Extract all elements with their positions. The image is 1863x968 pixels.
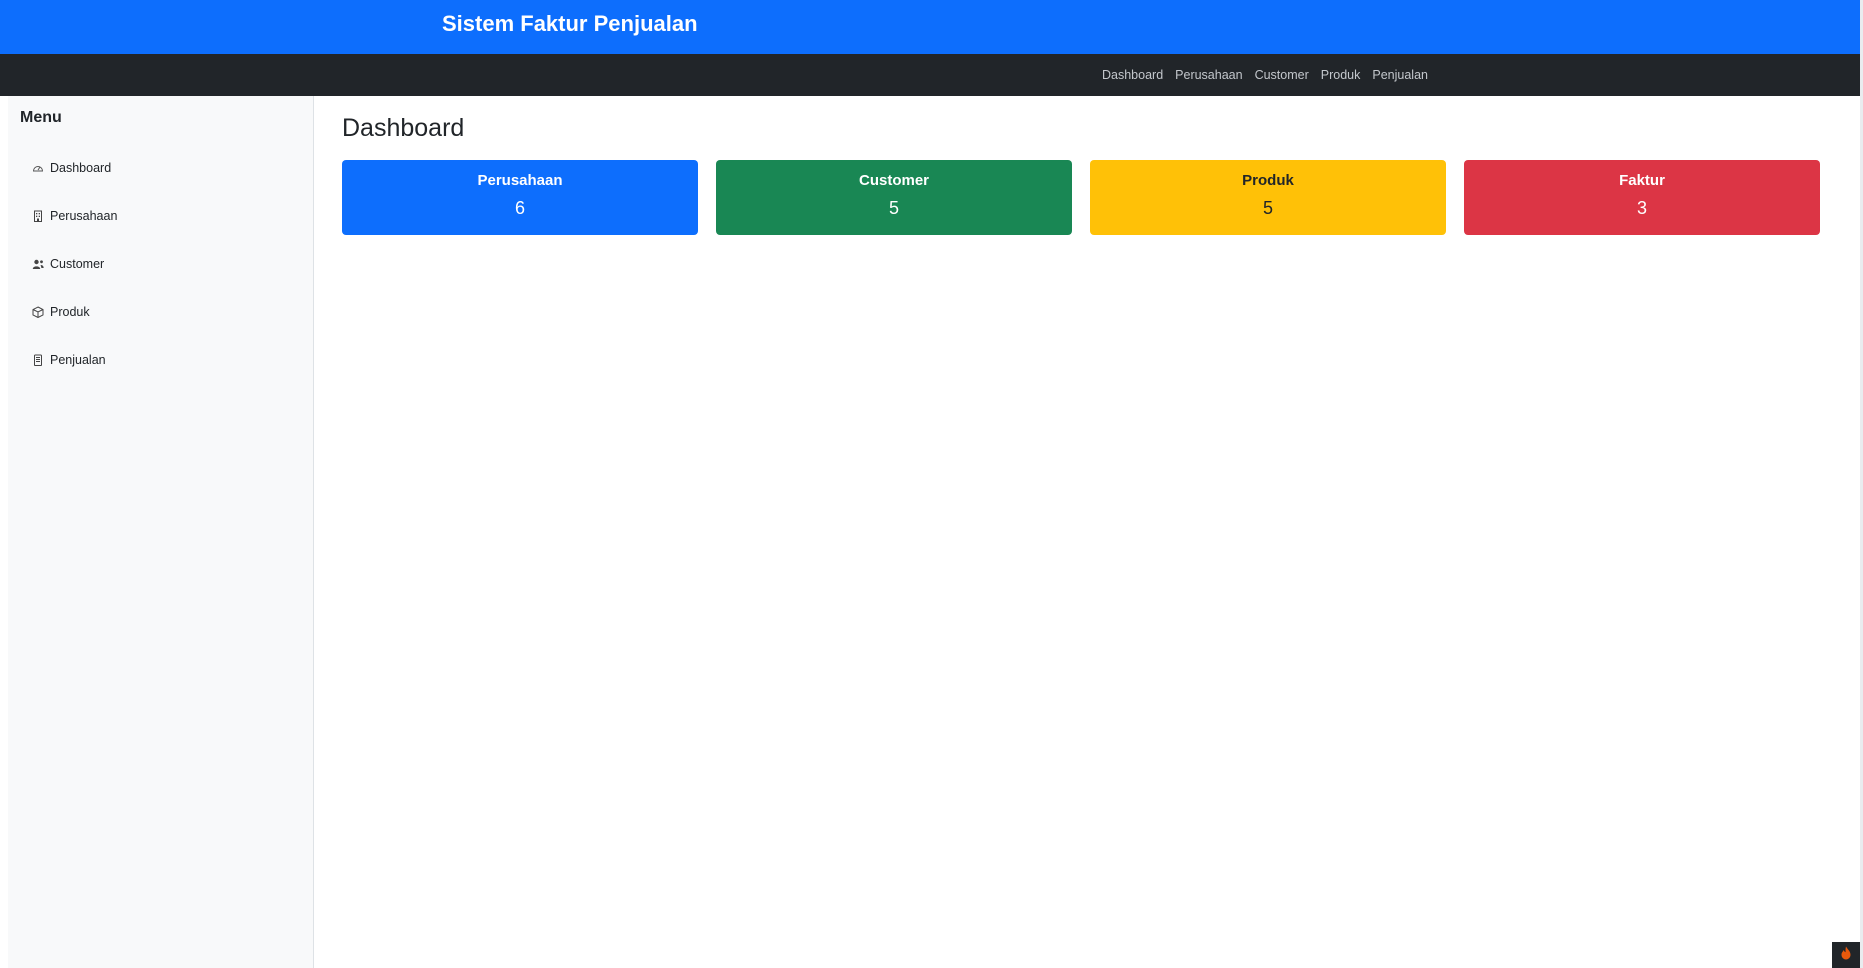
nav-link-customer[interactable]: Customer: [1255, 68, 1309, 82]
card-title: Perusahaan: [477, 172, 563, 189]
card-value: 6: [514, 198, 525, 218]
fire-icon: [1840, 946, 1852, 965]
main-content: Dashboard Perusahaan 6 Customer 5 Produk…: [314, 96, 1860, 968]
card-title: Faktur: [1619, 172, 1665, 189]
corner-widget-button[interactable]: [1832, 942, 1860, 968]
sidebar: Menu Dashboard Perusahaan Customer Produ…: [8, 96, 314, 968]
sidebar-item-label: Dashboard: [50, 161, 112, 175]
nav-link-produk[interactable]: Produk: [1321, 68, 1361, 82]
sidebar-item-label: Produk: [50, 305, 90, 319]
nav-link-dashboard[interactable]: Dashboard: [1102, 68, 1163, 82]
nav-link-perusahaan[interactable]: Perusahaan: [1175, 68, 1242, 82]
sidebar-item-perusahaan[interactable]: Perusahaan: [8, 192, 313, 240]
card-faktur: Faktur 3: [1464, 160, 1820, 235]
card-value: 3: [1636, 198, 1647, 218]
top-header: Sistem Faktur Penjualan: [0, 0, 1860, 54]
sidebar-item-customer[interactable]: Customer: [8, 240, 313, 288]
sidebar-item-label: Customer: [50, 257, 105, 271]
receipt-icon: [32, 354, 44, 366]
sidebar-item-penjualan[interactable]: Penjualan: [8, 336, 313, 384]
navbar-links: Dashboard Perusahaan Customer Produk Pen…: [1102, 54, 1428, 96]
app-brand[interactable]: Sistem Faktur Penjualan: [442, 11, 698, 37]
page-title: Dashboard: [342, 114, 465, 142]
card-value: 5: [1262, 198, 1273, 218]
box-icon: [32, 306, 44, 318]
nav-link-penjualan[interactable]: Penjualan: [1372, 68, 1428, 82]
card-produk: Produk 5: [1090, 160, 1446, 235]
sidebar-item-label: Perusahaan: [50, 209, 118, 223]
sidebar-menu: Dashboard Perusahaan Customer Produk Pen…: [8, 144, 313, 384]
sidebar-title: Menu: [20, 109, 62, 126]
speedometer-icon: [32, 162, 44, 174]
summary-cards: Perusahaan 6 Customer 5 Produk 5 Faktur …: [342, 160, 1820, 235]
sidebar-item-label: Penjualan: [50, 353, 106, 367]
card-value: 5: [888, 198, 899, 218]
people-icon: [32, 258, 44, 270]
card-perusahaan: Perusahaan 6: [342, 160, 698, 235]
card-title: Customer: [858, 172, 929, 189]
top-navbar: Dashboard Perusahaan Customer Produk Pen…: [0, 54, 1860, 96]
sidebar-item-produk[interactable]: Produk: [8, 288, 313, 336]
sidebar-item-dashboard[interactable]: Dashboard: [8, 144, 313, 192]
building-icon: [32, 210, 44, 222]
card-title: Produk: [1242, 172, 1294, 189]
card-customer: Customer 5: [716, 160, 1072, 235]
